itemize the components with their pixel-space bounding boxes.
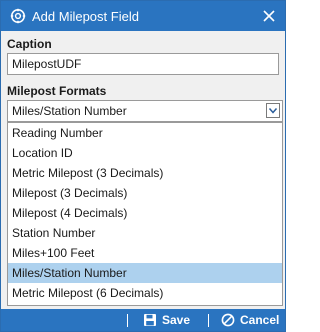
cancel-button-label: Cancel bbox=[240, 313, 280, 327]
cancel-button[interactable]: Cancel bbox=[221, 309, 281, 331]
milepost-formats-dropdown[interactable]: Miles/Station Number bbox=[7, 100, 283, 122]
milepost-formats-list[interactable]: Reading Number Location ID Metric Milepo… bbox=[7, 122, 283, 306]
dialog-footer: Save Cancel bbox=[1, 309, 285, 331]
dropdown-selected-value: Miles/Station Number bbox=[12, 104, 127, 118]
floppy-disk-icon bbox=[144, 314, 156, 326]
dropdown-button[interactable] bbox=[266, 103, 280, 118]
cancel-circle-icon bbox=[221, 313, 235, 327]
dialog-title: Add Milepost Field bbox=[32, 9, 139, 24]
list-item[interactable]: Reading Number bbox=[8, 123, 282, 143]
save-button[interactable]: Save bbox=[143, 309, 193, 331]
caption-input[interactable]: MilepostUDF bbox=[7, 53, 279, 75]
list-item[interactable]: Metric Milepost (6 Decimals) bbox=[8, 283, 282, 303]
list-item[interactable]: Milepost (4 Decimals) bbox=[8, 203, 282, 223]
list-item[interactable]: Station Number bbox=[8, 223, 282, 243]
list-item-selected[interactable]: Miles/Station Number bbox=[8, 263, 282, 283]
chevron-down-icon bbox=[268, 108, 278, 114]
add-milepost-field-dialog: Add Milepost Field Caption MilepostUDF M… bbox=[0, 0, 286, 332]
close-icon[interactable] bbox=[262, 9, 276, 23]
caption-label: Caption bbox=[7, 37, 52, 51]
footer-separator bbox=[208, 314, 209, 327]
milepost-formats-label: Milepost Formats bbox=[7, 84, 107, 98]
list-item[interactable]: Milepost (3 Decimals) bbox=[8, 183, 282, 203]
list-item[interactable]: Metric Milepost (3 Decimals) bbox=[8, 163, 282, 183]
save-button-label: Save bbox=[162, 313, 191, 327]
title-bar[interactable]: Add Milepost Field bbox=[1, 1, 285, 31]
settings-gear-icon bbox=[10, 8, 26, 24]
list-item[interactable]: Location ID bbox=[8, 143, 282, 163]
footer-separator bbox=[127, 314, 128, 327]
list-item[interactable]: Miles+100 Feet bbox=[8, 243, 282, 263]
